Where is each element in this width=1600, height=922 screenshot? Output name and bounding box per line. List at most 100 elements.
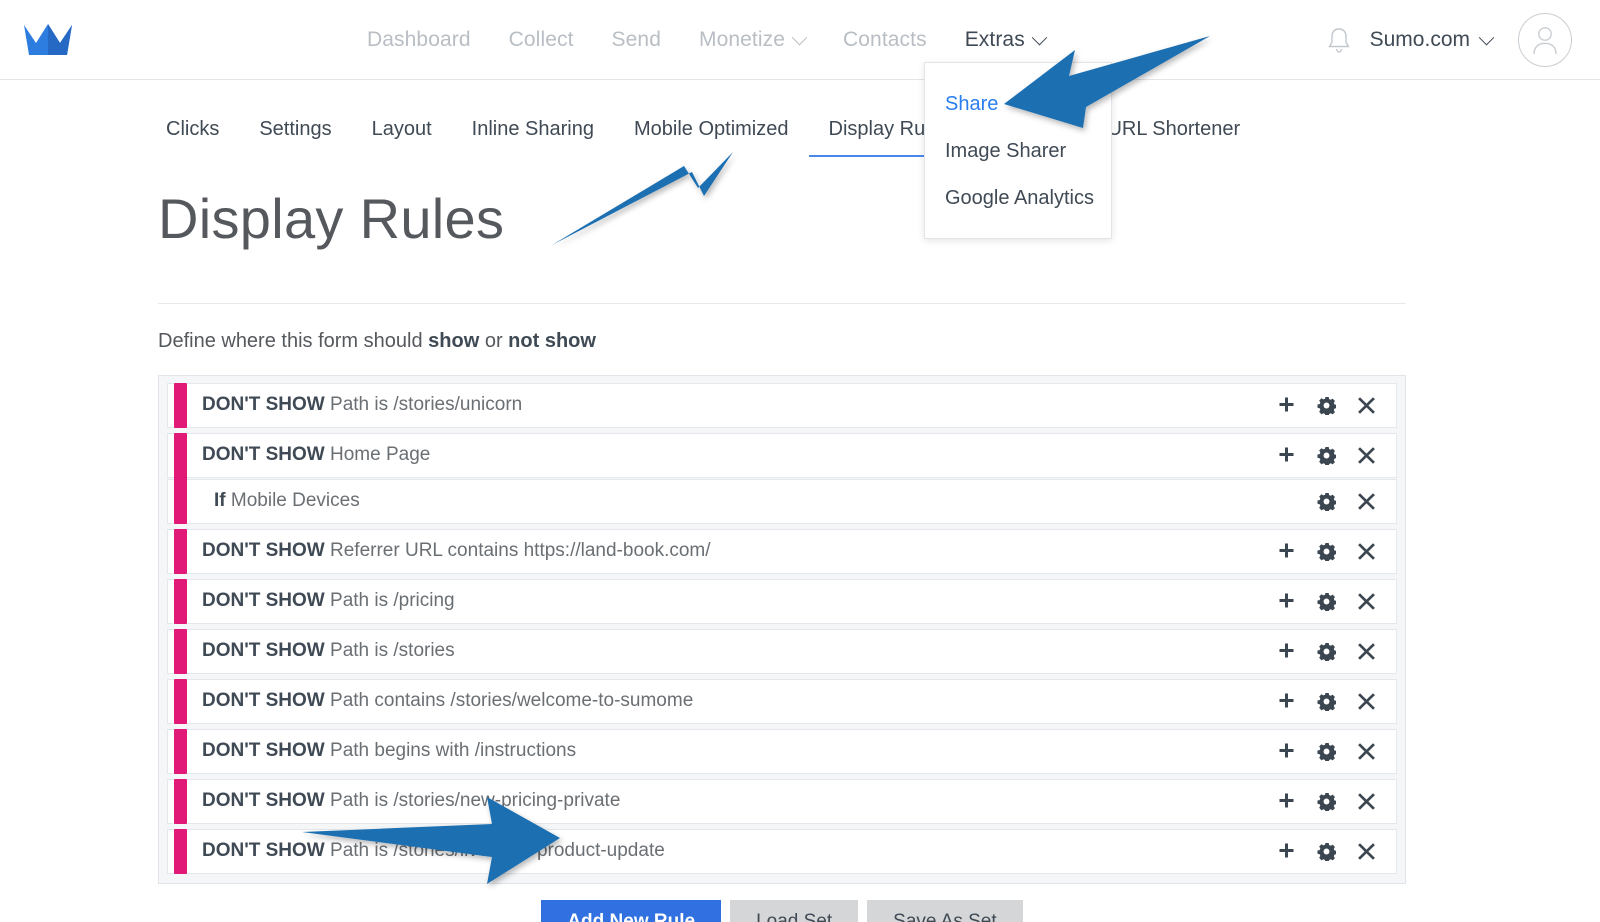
close-x-icon[interactable] [1346, 438, 1386, 472]
chevron-down-icon [791, 29, 808, 45]
table-row[interactable]: DON'T SHOW Path is /stories/unicorn [167, 382, 1397, 428]
account-switcher[interactable]: Sumo.com [1370, 28, 1495, 52]
tab-settings[interactable]: Settings [239, 118, 351, 157]
nav-item-send[interactable]: Send [593, 28, 680, 52]
close-x-icon[interactable] [1346, 634, 1386, 668]
close-x-icon[interactable] [1346, 834, 1386, 868]
plus-icon[interactable] [1266, 734, 1306, 768]
sumo-crown-logo[interactable] [22, 22, 74, 58]
page-title: Display Rules [158, 187, 505, 250]
nav-item-label: Dashboard [367, 28, 471, 51]
rule-accent-bar [174, 528, 187, 574]
close-x-icon[interactable] [1346, 784, 1386, 818]
tab-label: Inline Sharing [471, 118, 594, 140]
nav-item-collect[interactable]: Collect [490, 28, 593, 52]
close-x-icon[interactable] [1346, 684, 1386, 718]
plus-icon[interactable] [1266, 834, 1306, 868]
avatar[interactable] [1518, 13, 1572, 67]
tab-label: Clicks [166, 118, 220, 140]
gear-icon[interactable] [1306, 534, 1346, 568]
row-actions [1266, 484, 1386, 518]
row-actions [1266, 734, 1386, 768]
load-set-button[interactable]: Load Set [730, 899, 859, 922]
notification-bell-icon[interactable] [1326, 25, 1352, 55]
rule-label: DON'T SHOW [202, 394, 325, 416]
tab-label: Layout [371, 118, 432, 140]
close-x-icon[interactable] [1346, 734, 1386, 768]
nav-item-monetize[interactable]: Monetize [680, 28, 824, 52]
add-new-rule-button[interactable]: Add New Rule [541, 899, 722, 922]
table-row[interactable]: DON'T SHOW Referrer URL contains https:/… [167, 528, 1397, 574]
gear-icon[interactable] [1306, 684, 1346, 718]
table-row[interactable]: DON'T SHOW Path begins with /instruction… [167, 728, 1397, 774]
menu-item-image-sharer[interactable]: Image Sharer [925, 128, 1111, 175]
plus-icon[interactable] [1266, 534, 1306, 568]
plus-icon[interactable] [1266, 634, 1306, 668]
row-actions [1266, 634, 1386, 668]
menu-item-share[interactable]: Share [925, 81, 1111, 128]
gear-icon[interactable] [1306, 834, 1346, 868]
close-x-icon[interactable] [1346, 534, 1386, 568]
rule-accent-bar [174, 828, 187, 874]
nav-item-contacts[interactable]: Contacts [824, 28, 946, 52]
user-avatar-icon [1533, 27, 1557, 55]
rule-label: DON'T SHOW [202, 640, 325, 662]
tab-inline-sharing[interactable]: Inline Sharing [452, 118, 614, 157]
gear-icon[interactable] [1306, 734, 1346, 768]
gear-icon[interactable] [1306, 784, 1346, 818]
nav-item-label: Send [611, 28, 661, 51]
close-x-icon[interactable] [1346, 584, 1386, 618]
rule-text: If Mobile Devices [214, 490, 360, 512]
gear-icon[interactable] [1306, 388, 1346, 422]
rule-condition: Referrer URL contains https://land-book.… [330, 540, 711, 562]
gear-icon[interactable] [1306, 484, 1346, 518]
close-x-icon[interactable] [1346, 388, 1386, 422]
row-actions [1266, 388, 1386, 422]
plus-icon[interactable] [1266, 438, 1306, 472]
table-row-condition[interactable]: If Mobile Devices [167, 478, 1397, 524]
tab-layout[interactable]: Layout [352, 118, 452, 157]
rule-label: If [214, 490, 226, 512]
close-x-icon[interactable] [1346, 484, 1386, 518]
chevron-down-icon [1478, 29, 1495, 45]
nav-item-label: Collect [508, 28, 574, 51]
tab-clicks[interactable]: Clicks [158, 118, 239, 157]
rule-text: DON'T SHOW Path is /stories/new-pricing-… [202, 790, 620, 812]
rule-label: DON'T SHOW [202, 590, 325, 612]
nav-item-extras[interactable]: Extras [946, 28, 1064, 52]
tab-label: Settings [259, 118, 332, 140]
tab-label: URL Shortener [1107, 118, 1241, 140]
plus-icon[interactable] [1266, 684, 1306, 718]
nav-item-label: Monetize [698, 28, 785, 51]
rule-condition: Path contains /stories/welcome-to-sumome [330, 690, 694, 712]
display-rules-list: DON'T SHOW Path is /stories/unicorn DON'… [158, 374, 1406, 884]
gear-icon[interactable] [1306, 634, 1346, 668]
save-as-set-button[interactable]: Save As Set [867, 899, 1023, 922]
menu-item-google-analytics[interactable]: Google Analytics [925, 175, 1111, 222]
rule-group: DON'T SHOW Referrer URL contains https:/… [167, 528, 1397, 574]
table-row[interactable]: DON'T SHOW Path contains /stories/welcom… [167, 678, 1397, 724]
menu-item-label: Share [945, 93, 999, 115]
rule-group: DON'T SHOW Path is /pricing [167, 578, 1397, 624]
table-row[interactable]: DON'T SHOW Home Page [167, 432, 1397, 478]
plus-icon[interactable] [1266, 388, 1306, 422]
nav-item-dashboard[interactable]: Dashboard [348, 28, 490, 52]
rule-group: DON'T SHOW Path is /stories/live-chat-pr… [167, 828, 1397, 874]
table-row[interactable]: DON'T SHOW Path is /pricing [167, 578, 1397, 624]
plus-icon[interactable] [1266, 784, 1306, 818]
tab-label: Mobile Optimized [633, 118, 789, 140]
rule-text: DON'T SHOW Path begins with /instruction… [202, 740, 576, 762]
table-row[interactable]: DON'T SHOW Path is /stories [167, 628, 1397, 674]
page-content: Display Rules Define where this form sho… [158, 187, 1406, 922]
rule-condition: Path begins with /instructions [330, 740, 577, 762]
rule-condition: Path is /stories/new-pricing-private [330, 790, 621, 812]
header-right-cluster: Sumo.com [1326, 0, 1572, 80]
table-row[interactable]: DON'T SHOW Path is /stories/live-chat-pr… [167, 828, 1397, 874]
tab-mobile-optimized[interactable]: Mobile Optimized [614, 118, 809, 157]
subtitle-emphasis-show: show [428, 329, 480, 352]
gear-icon[interactable] [1306, 584, 1346, 618]
tab-url-shortener[interactable]: URL Shortener [1087, 118, 1260, 157]
table-row[interactable]: DON'T SHOW Path is /stories/new-pricing-… [167, 778, 1397, 824]
gear-icon[interactable] [1306, 438, 1346, 472]
plus-icon[interactable] [1266, 584, 1306, 618]
